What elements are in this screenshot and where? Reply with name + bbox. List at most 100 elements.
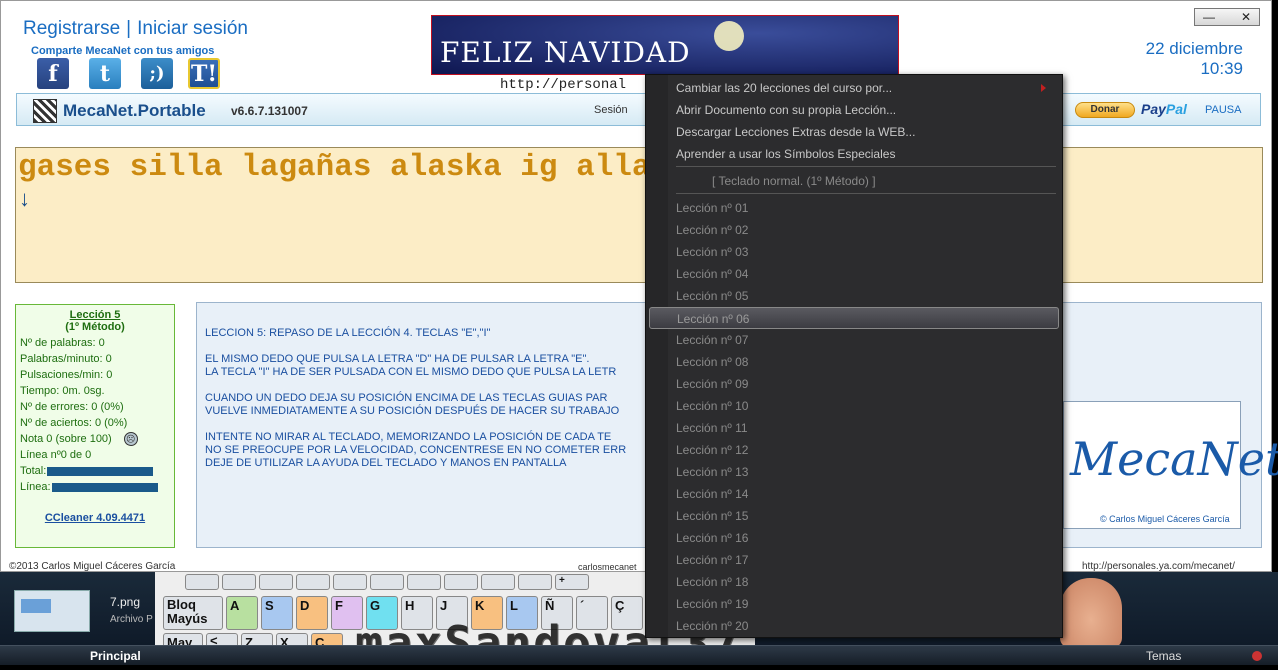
key: [481, 574, 515, 590]
login-link[interactable]: Iniciar sesión: [137, 18, 248, 39]
auth-links: Registrarse | Iniciar sesión: [23, 18, 248, 40]
key: [222, 574, 256, 590]
ccleaner-link[interactable]: CCleaner 4.09.4471: [16, 510, 174, 526]
menu-item-lesson[interactable]: Lección nº 08: [676, 351, 1056, 373]
share-text: Comparte MecaNet con tus amigos: [31, 45, 215, 57]
key-plus: +: [555, 574, 589, 590]
key: [333, 574, 367, 590]
taskbar-temas[interactable]: Temas: [1146, 649, 1181, 663]
menu-item-lesson[interactable]: Lección nº 17: [676, 549, 1056, 571]
stat-grade: Nota 0 (sobre 100): [20, 433, 112, 445]
stat-words: Nº de palabras: 0: [20, 337, 105, 349]
menu-item-special-symbols[interactable]: Aprender a usar los Símbolos Especiales: [676, 143, 1056, 165]
footer-email[interactable]: carlosmecanet: [578, 562, 637, 572]
hand-image: [1060, 578, 1122, 648]
minimize-button[interactable]: —: [1203, 10, 1215, 24]
christmas-banner[interactable]: FELIZ NAVIDAD: [431, 15, 899, 75]
key-d: D: [296, 596, 328, 630]
stat-total-row: Total:: [20, 463, 170, 479]
date-text: 22 diciembre: [1145, 39, 1243, 58]
stat-grade-row: Nota 0 (sobre 100) ☹: [20, 431, 170, 447]
file-type: Archivo P: [110, 614, 153, 625]
logo-word: MecaNet: [1070, 432, 1278, 486]
key: [370, 574, 404, 590]
menu-item-label: Cambiar las 20 lecciones del curso por..…: [676, 81, 893, 95]
moon-icon: [714, 21, 744, 51]
window-controls: — ✕: [1194, 8, 1260, 26]
lesson-text: LECCION 5: REPASO DE LA LECCIÓN 4. TECLA…: [205, 327, 627, 469]
menu-item-lesson[interactable]: Lección nº 03: [676, 241, 1056, 263]
menu-item-lesson[interactable]: Lección nº 11: [676, 417, 1056, 439]
session-menu[interactable]: Sesión: [594, 104, 628, 116]
paypal-logo[interactable]: PayPal: [1141, 101, 1187, 117]
menu-item-lesson[interactable]: Lección nº 10: [676, 395, 1056, 417]
file-name[interactable]: 7.png: [110, 595, 140, 609]
menu-item-lesson[interactable]: Lección nº 13: [676, 461, 1056, 483]
close-button[interactable]: ✕: [1241, 10, 1251, 24]
stat-time: Tiempo: 0m. 0sg.: [20, 385, 105, 397]
key: [259, 574, 293, 590]
menu-item-lesson[interactable]: Lección nº 01: [676, 197, 1056, 219]
paypal-b: Pal: [1165, 101, 1187, 117]
footer-copyright: ©2013 Carlos Miguel Cáceres García: [9, 561, 176, 572]
facebook-icon[interactable]: f: [37, 58, 69, 89]
stat-line: Línea nº0 de 0: [20, 449, 92, 461]
app-version: v6.6.7.131007: [231, 104, 308, 118]
menu-item-lesson[interactable]: Lección nº 18: [676, 571, 1056, 593]
time-text: 10:39: [1200, 59, 1243, 78]
record-icon[interactable]: [1252, 651, 1262, 661]
logo-copyright: © Carlos Miguel Cáceres García: [1100, 514, 1230, 524]
practice-area[interactable]: gases silla lagañas alaska ig allase ↓: [15, 147, 1263, 283]
stat-kpm: Pulsaciones/min: 0: [20, 369, 113, 381]
menu-item-lesson[interactable]: Lección nº 04: [676, 263, 1056, 285]
menu-item-lesson[interactable]: Lección nº 14: [676, 483, 1056, 505]
app-name: MecaNet.Portable: [63, 101, 206, 120]
key-a: A: [226, 596, 258, 630]
taskbar: Principal Temas: [0, 645, 1278, 665]
menu-item-lesson[interactable]: Lección nº 05: [676, 285, 1056, 307]
menu-item-lesson[interactable]: Lección nº 19: [676, 593, 1056, 615]
menu-item-lesson[interactable]: Lección nº 02: [676, 219, 1056, 241]
tuenti-icon[interactable]: T!: [188, 58, 220, 89]
key: [407, 574, 441, 590]
header-url[interactable]: http://personal: [500, 77, 626, 93]
key: [185, 574, 219, 590]
menu-item-lesson[interactable]: Lección nº 09: [676, 373, 1056, 395]
register-link[interactable]: Registrarse: [23, 18, 120, 39]
twitter-icon[interactable]: t: [89, 58, 121, 89]
key: [444, 574, 478, 590]
total-label: Total:: [20, 465, 47, 477]
practice-text: gases silla lagañas alaska ig allase: [18, 150, 688, 185]
paypal-a: Pay: [1141, 101, 1166, 117]
taskbar-principal[interactable]: Principal: [90, 649, 141, 663]
menu-gutter: [646, 75, 668, 637]
line-label: Línea:: [20, 481, 51, 493]
keyboard-top-row: +: [185, 574, 589, 590]
menu-item-lesson[interactable]: Lección nº 20: [676, 615, 1056, 637]
stat-wpm: Palabras/minuto: 0: [20, 353, 112, 365]
sad-face-icon: ☹: [123, 432, 138, 447]
mecanet-logo: MecaNet © Carlos Miguel Cáceres García: [1063, 401, 1278, 529]
mecanet-window: — ✕ Registrarse | Iniciar sesión Comparte …: [0, 0, 1278, 572]
donate-button[interactable]: Donar: [1075, 102, 1135, 118]
menu-item-lesson-highlighted[interactable]: Lección nº 06: [649, 307, 1059, 329]
footer-url[interactable]: http://personales.ya.com/mecanet/: [1082, 561, 1235, 572]
cursor-arrow-icon: ↓: [19, 186, 30, 211]
menu-item-open-document[interactable]: Abrir Documento con su propia Lección...: [676, 99, 1056, 121]
menu-separator: [676, 166, 1056, 167]
key-caps-lock: Bloq Mayús: [163, 596, 223, 630]
key: [296, 574, 330, 590]
stat-errors: Nº de errores: 0 (0%): [20, 401, 124, 413]
file-thumbnail[interactable]: [14, 590, 90, 632]
menu-item-lesson[interactable]: Lección nº 07: [676, 329, 1056, 351]
menu-item-download-lessons[interactable]: Descargar Lecciones Extras desde la WEB.…: [676, 121, 1056, 143]
menu-item-lesson[interactable]: Lección nº 16: [676, 527, 1056, 549]
menu-item-change-lessons[interactable]: Cambiar las 20 lecciones del curso por..…: [676, 77, 1056, 99]
menu-item-lesson[interactable]: Lección nº 15: [676, 505, 1056, 527]
messenger-icon[interactable]: ;): [141, 58, 173, 89]
menu-item-lesson[interactable]: Lección nº 12: [676, 439, 1056, 461]
line-progress-bar: [51, 482, 158, 492]
pause-button[interactable]: PAUSA: [1205, 104, 1241, 116]
lesson-method: (1º Método): [65, 321, 125, 333]
date-time: 22 diciembre 10:39: [1146, 39, 1243, 79]
